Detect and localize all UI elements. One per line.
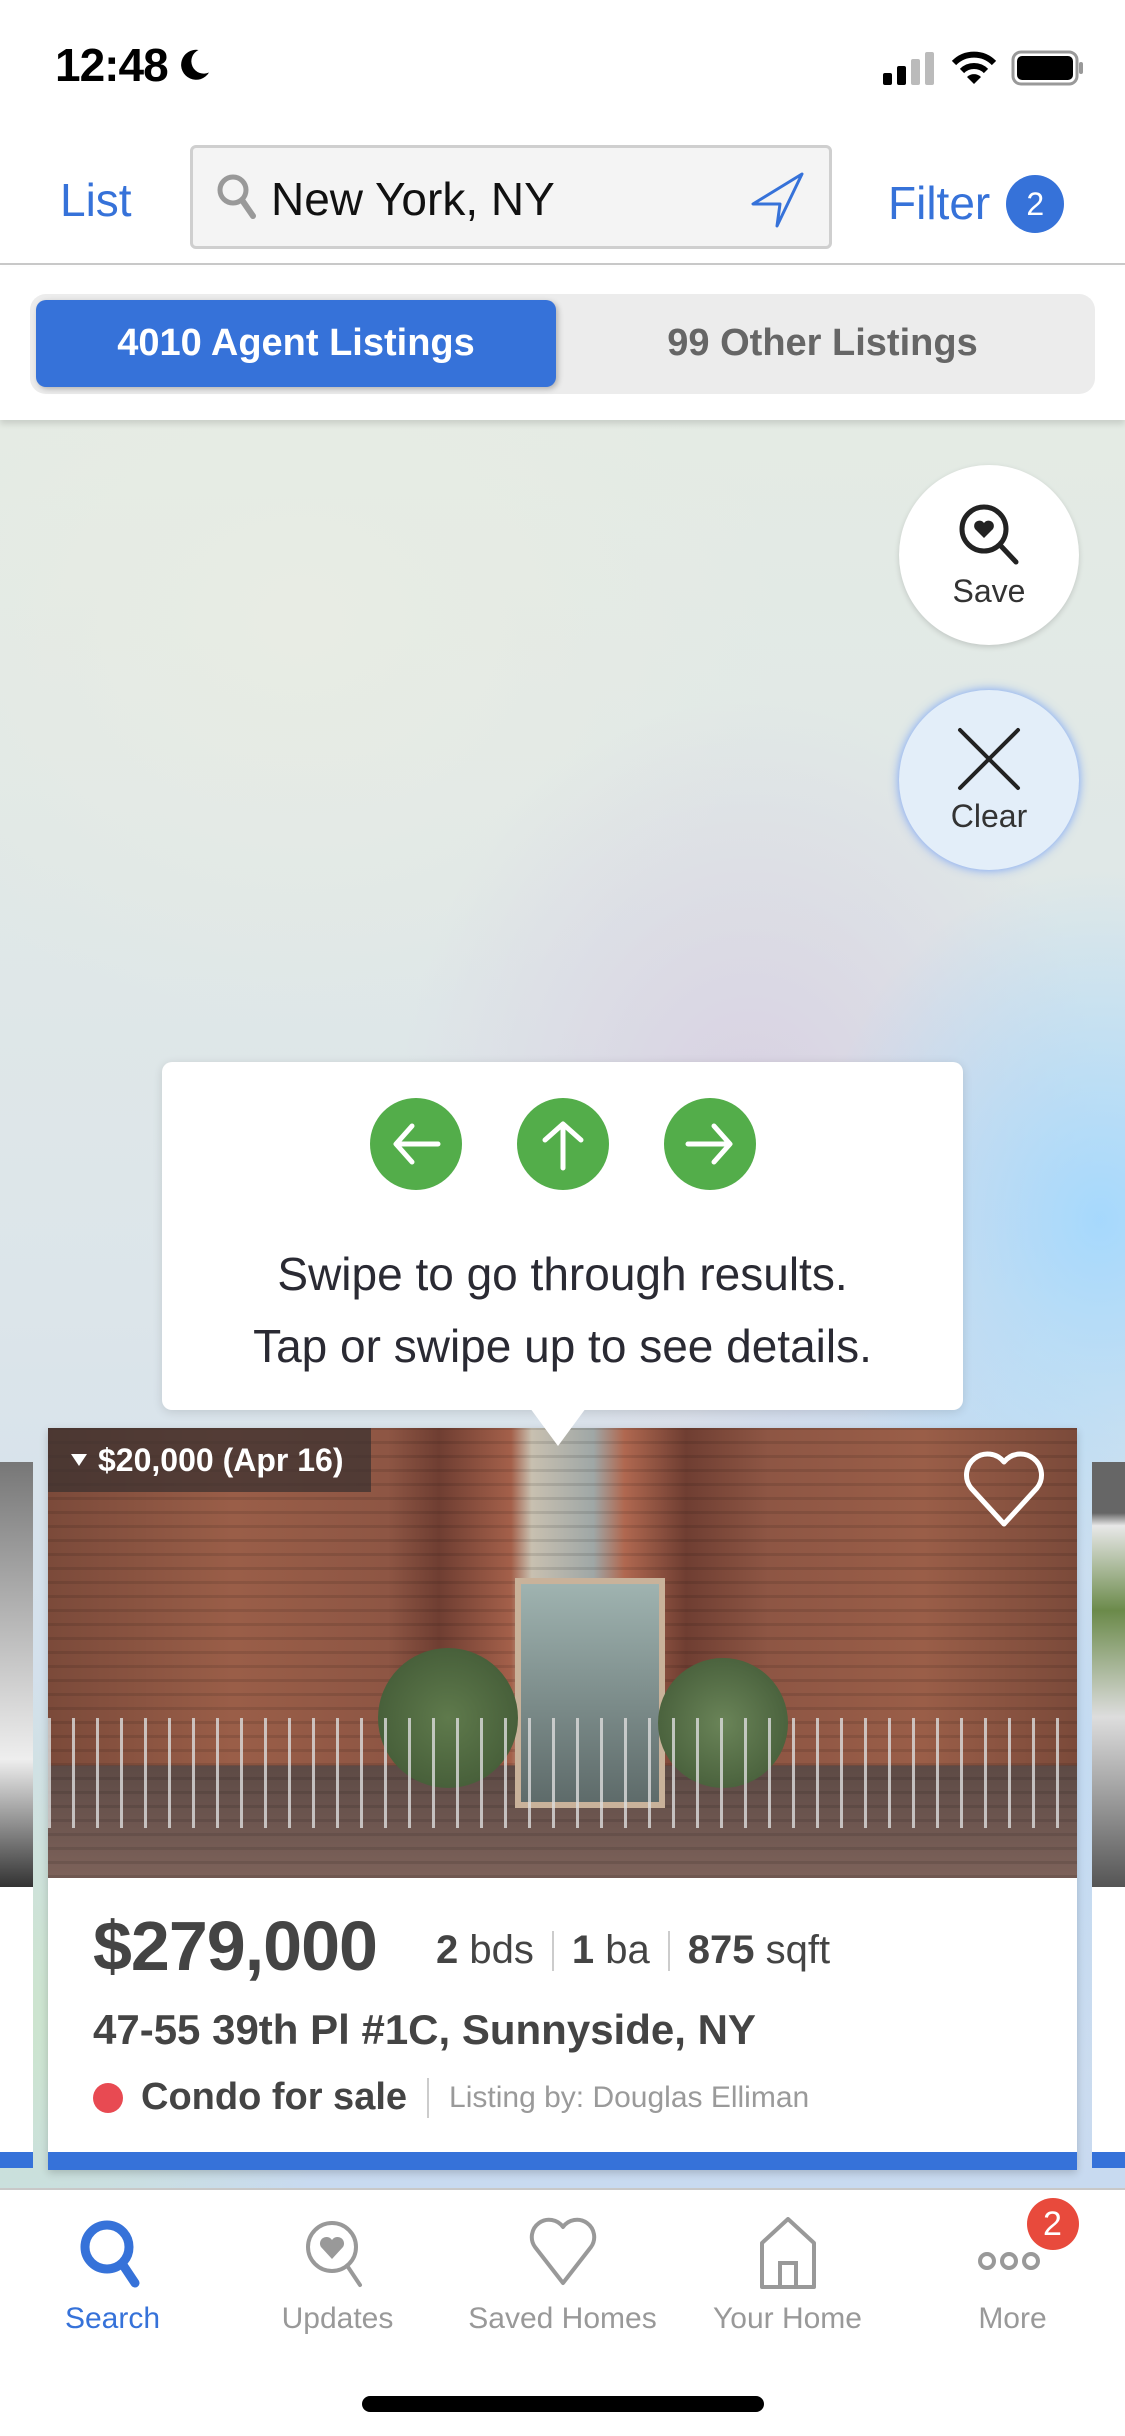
listing-details[interactable]: $279,000 2 bds 1 ba 875 sqft 47-55 39th … (48, 1878, 1077, 2150)
previous-listing-card-photo[interactable] (0, 1462, 33, 1887)
listing-type-tabs: 4010 Agent Listings 99 Other Listings (0, 267, 1125, 420)
arrow-up-icon (516, 1098, 609, 1190)
search-header: List New York, NY Filter 2 (0, 135, 1125, 265)
close-icon (958, 727, 1020, 790)
hint-line-1: Swipe to go through results. (277, 1248, 848, 1300)
tab-more[interactable]: 2 More (900, 2198, 1125, 2336)
listing-status: Condo for sale (141, 2076, 408, 2118)
price-change-badge: $20,000 (Apr 16) (48, 1428, 372, 1492)
tab-label: More (978, 2302, 1047, 2335)
price-change-text: $20,000 (Apr 16) (98, 1441, 344, 1478)
baths-label: ba (605, 1928, 650, 1972)
status-time: 12:48 (55, 38, 212, 92)
house-icon (759, 2217, 816, 2289)
save-search-button[interactable]: Save (899, 465, 1079, 645)
previous-listing-card-body[interactable] (0, 1887, 33, 2167)
status-bar: 12:48 (0, 0, 1125, 135)
tab-updates[interactable]: Updates (225, 2212, 450, 2336)
beds-value: 2 (436, 1928, 459, 1972)
filter-count-badge: 2 (1006, 175, 1065, 233)
divider (667, 1930, 670, 1971)
divider (427, 2077, 430, 2118)
swipe-hint-tooltip: Swipe to go through results. Tap or swip… (162, 1062, 963, 1446)
divider (551, 1930, 554, 1971)
filter-button[interactable]: Filter 2 (888, 173, 1065, 233)
filter-label: Filter (888, 177, 991, 229)
card-accent-bar (48, 2152, 1077, 2170)
heart-search-icon (305, 2221, 362, 2287)
sqft-label: sqft (765, 1928, 831, 1972)
listing-address: 47-55 39th Pl #1C, Sunnyside, NY (93, 2006, 756, 2053)
more-notification-badge: 2 (1026, 2198, 1079, 2250)
listing-photo[interactable]: $20,000 (Apr 16) (48, 1428, 1077, 1878)
beds-label: bds (469, 1928, 534, 1972)
listing-facts: 2 bds 1 ba 875 sqft (436, 1928, 830, 1973)
tab-label: Search (64, 2302, 161, 2335)
price-down-icon (71, 1454, 87, 1466)
save-label: Save (952, 572, 1026, 609)
tab-saved-homes[interactable]: Saved Homes (450, 2212, 675, 2336)
clock: 12:48 (55, 39, 169, 91)
search-icon (217, 174, 256, 219)
heart-search-icon (959, 504, 1019, 564)
status-icons (881, 50, 1085, 86)
moon-icon (180, 49, 209, 80)
home-indicator[interactable] (362, 2396, 764, 2412)
listing-broker: Listing by: Douglas Elliman (449, 2080, 810, 2114)
arrow-left-icon (369, 1098, 462, 1190)
heart-icon (529, 2217, 596, 2285)
arrow-right-icon (663, 1098, 756, 1190)
tab-search[interactable]: Search (0, 2212, 225, 2336)
tab-label: Updates (281, 2302, 394, 2335)
location-arrow-icon[interactable] (747, 170, 807, 230)
tab-your-home[interactable]: Your Home (675, 2212, 900, 2336)
wifi-icon (951, 51, 997, 84)
hint-arrows (162, 1098, 963, 1190)
clear-label: Clear (950, 797, 1028, 834)
tab-agent-listings[interactable]: 4010 Agent Listings (36, 300, 556, 387)
baths-value: 1 (571, 1928, 595, 1972)
list-button[interactable]: List (60, 173, 132, 227)
next-listing-card-photo[interactable] (1092, 1462, 1125, 1887)
tab-label: Saved Homes (468, 2302, 657, 2335)
segmented-control: 4010 Agent Listings 99 Other Listings (30, 294, 1095, 394)
cellular-signal-icon (883, 52, 934, 85)
tab-label: Your Home (713, 2302, 862, 2335)
hint-text: Swipe to go through results. Tap or swip… (162, 1238, 963, 1382)
photo-railing (48, 1718, 1077, 1828)
location-search-input[interactable]: New York, NY (190, 145, 832, 249)
tab-other-listings[interactable]: 99 Other Listings (556, 300, 1089, 387)
search-value: New York, NY (271, 173, 555, 225)
heart-icon[interactable] (961, 1450, 1047, 1530)
previous-listing-card-bar (0, 2152, 33, 2168)
sqft-value: 875 (687, 1928, 755, 1972)
search-icon (80, 2220, 139, 2288)
next-listing-card-body[interactable] (1092, 1887, 1125, 2167)
listing-price: $279,000 (93, 1907, 378, 1985)
status-dot-icon (93, 2082, 123, 2113)
listing-card[interactable]: $20,000 (Apr 16) $279,000 2 bds 1 ba 875… (48, 1428, 1077, 2170)
listing-status-row: Condo for sale Listing by: Douglas Ellim… (93, 2076, 809, 2119)
next-listing-card-bar (1092, 2152, 1125, 2168)
battery-icon (1011, 50, 1083, 86)
clear-button[interactable]: Clear (899, 690, 1079, 870)
hint-line-2: Tap or swipe up to see details. (253, 1320, 872, 1372)
